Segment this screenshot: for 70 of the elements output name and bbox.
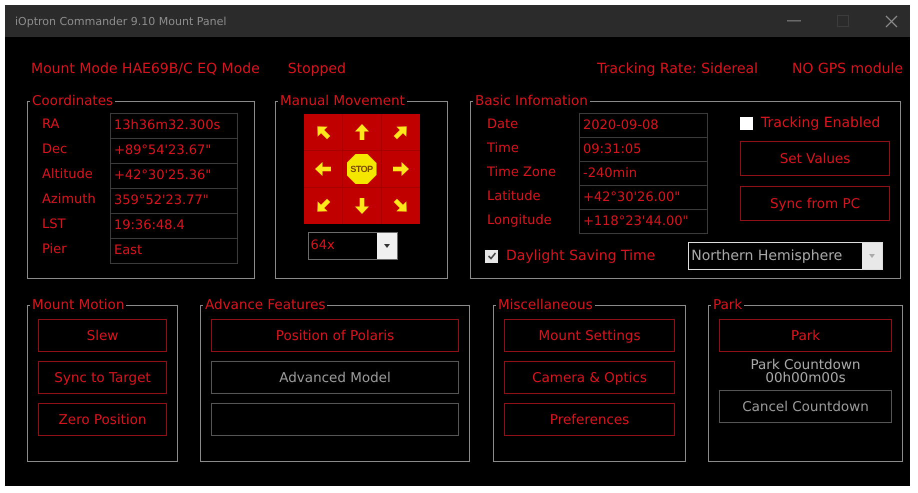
countdown-text: Park Countdown (750, 358, 862, 372)
field-label: Dec (41, 141, 68, 159)
arrow-button[interactable] (382, 114, 420, 150)
caret-icon (869, 254, 876, 258)
group-title: Basic Infomation (474, 93, 589, 109)
arrow-icon (352, 197, 370, 215)
arrow-button[interactable] (342, 114, 380, 150)
checkbox[interactable] (740, 116, 753, 130)
action-button[interactable]: Preferences (504, 403, 675, 436)
value-cell: East (110, 238, 238, 264)
checkbox[interactable] (485, 250, 498, 262)
action-button[interactable]: Position of Polaris (211, 319, 459, 352)
field-label: Altitude (41, 166, 94, 184)
close-icon[interactable] (885, 14, 898, 28)
action-button[interactable]: Sync to Target (38, 361, 167, 394)
stop-button[interactable]: STOP (342, 151, 380, 187)
hemisphere-dropdown[interactable]: Northern Hemisphere (688, 242, 884, 270)
field-label: Time (486, 140, 520, 158)
value-cell: 2020-09-08 (579, 113, 708, 137)
value-cell: 13h36m32.300s (110, 113, 238, 138)
field-label: Latitude (486, 188, 542, 206)
action-button[interactable]: Park (719, 319, 892, 352)
arrow-icon (314, 160, 332, 178)
arrow-button[interactable] (304, 114, 342, 150)
field-label: Time Zone (486, 164, 558, 182)
group-title: Advance Features (204, 297, 326, 313)
tracking-rate: Tracking Rate: Sidereal (597, 61, 758, 77)
action-button[interactable]: Camera & Optics (504, 361, 675, 394)
action-button[interactable]: Zero Position (38, 403, 167, 436)
countdown-text: 00h00m00s (764, 371, 847, 385)
group-title: Park (712, 297, 744, 313)
value-cell: 19:36:48.4 (110, 213, 238, 238)
window-title: iOptron Commander 9.10 Mount Panel (15, 14, 226, 28)
mount-state: Stopped (288, 61, 346, 77)
field-label: Azimuth (41, 191, 97, 209)
value-cell: 09:31:05 (579, 137, 708, 161)
value-cell: +42°30'26.00" (579, 185, 708, 209)
value-cell: -240min (579, 161, 708, 185)
value-cell: +89°54'23.67" (110, 138, 238, 163)
caret-icon (384, 244, 390, 248)
field-label: Longitude (486, 212, 553, 230)
minimize-icon[interactable] (787, 20, 801, 22)
group-title: Coordinates (31, 93, 114, 109)
arrow-button[interactable] (304, 151, 342, 187)
action-button[interactable]: Slew (38, 319, 167, 352)
action-button[interactable]: Set Values (740, 141, 890, 176)
field-label: RA (41, 116, 60, 134)
group-title: Miscellaneous (497, 297, 594, 313)
gps-status: NO GPS module (792, 61, 903, 77)
field-label: Date (486, 116, 520, 134)
arrow-button[interactable] (382, 188, 420, 224)
value-cell: +118°23'44.00" (579, 209, 708, 234)
field-label: Pier (41, 241, 68, 259)
arrow-button[interactable] (304, 188, 342, 224)
mount-mode: Mount Mode HAE69B/C EQ Mode (31, 61, 260, 77)
value-cell: +42°30'25.36" (110, 163, 238, 188)
value-cell: 359°52'23.77" (110, 188, 238, 213)
arrow-icon (392, 160, 410, 178)
group-title: Manual Movement (279, 93, 406, 109)
check-icon (486, 251, 496, 261)
arrow-button[interactable] (342, 188, 380, 224)
checkbox-label: Tracking Enabled (761, 115, 880, 131)
speed-dropdown[interactable]: 64x (308, 232, 398, 260)
action-button[interactable]: Mount Settings (504, 319, 675, 352)
group-title: Mount Motion (31, 297, 126, 313)
arrow-button[interactable] (382, 151, 420, 187)
action-button[interactable]: Sync from PC (740, 186, 890, 221)
field-label: LST (41, 216, 66, 234)
arrow-icon (352, 123, 370, 141)
checkbox-label: Daylight Saving Time (506, 248, 656, 264)
